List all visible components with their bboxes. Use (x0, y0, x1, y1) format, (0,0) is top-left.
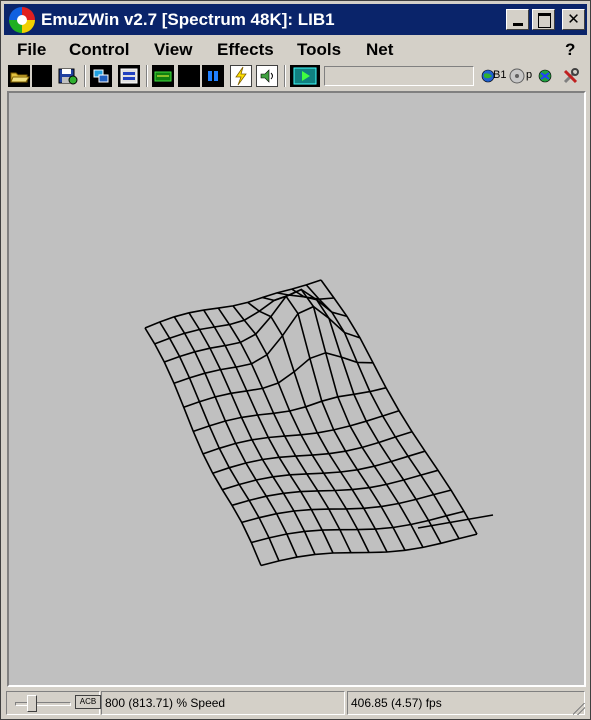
save-icon (58, 68, 78, 85)
record-icon (293, 67, 317, 85)
menu-net[interactable]: Net (366, 40, 393, 60)
minimize-icon (513, 23, 523, 26)
toolbar-separator (146, 65, 148, 87)
menu-tools[interactable]: Tools (297, 40, 341, 60)
resize-grip[interactable] (573, 703, 585, 715)
open-button[interactable] (8, 65, 30, 87)
tape-button[interactable] (118, 65, 140, 87)
wireframe-column-line (320, 279, 478, 535)
lightning-icon (235, 66, 247, 86)
wireframe-row-line (231, 469, 439, 507)
open-folder-icon (10, 72, 30, 83)
speed-slider-track[interactable] (15, 702, 71, 706)
speed-status: 800 (813.71) % Speed (101, 691, 345, 715)
close-icon: ✕ (567, 10, 580, 28)
wireframe-column-line (291, 288, 442, 544)
wireframe-surface-plot (144, 279, 494, 567)
wireframe-column-line (247, 301, 388, 553)
app-icon[interactable] (9, 7, 35, 33)
sound-button[interactable] (256, 65, 278, 87)
menu-help[interactable]: ? (565, 40, 575, 60)
wireframe-column-line (305, 284, 460, 539)
emulator-screen[interactable] (7, 91, 586, 687)
screen-button[interactable] (90, 65, 112, 87)
fps-status: 406.85 (4.57) fps (347, 691, 585, 715)
title-bar[interactable]: EmuZWin v2.7 [Spectrum 48K]: LIB1 ✕ (4, 4, 587, 35)
record-button[interactable] (290, 65, 320, 87)
disk-icon (509, 68, 525, 84)
keyboard-icon (154, 71, 172, 82)
menu-bar: File Control View Effects Tools Net ? (4, 37, 587, 61)
wireframe-row-line (183, 351, 374, 408)
tools-button[interactable] (560, 65, 582, 87)
minimize-button[interactable] (506, 9, 529, 30)
wireframe-row-line (144, 279, 322, 329)
screen-icon (93, 69, 109, 83)
sound-icon (260, 69, 273, 83)
toolbar-label-2: p (526, 69, 533, 81)
network-icon (538, 69, 552, 83)
speed-slider-panel: ACB (6, 691, 101, 715)
turbo-button[interactable] (230, 65, 252, 87)
blank-button-2[interactable] (178, 65, 200, 87)
status-bar: ACB 800 (813.71) % Speed 406.85 (4.57) f… (4, 689, 587, 717)
toolbar: B1 p (4, 63, 587, 89)
window-title: EmuZWin v2.7 [Spectrum 48K]: LIB1 (41, 10, 335, 29)
tape-icon (120, 68, 138, 84)
menu-effects[interactable]: Effects (217, 40, 274, 60)
network-button[interactable] (534, 65, 556, 87)
toolbar-separator (284, 65, 286, 87)
toolbar-label: B1 (493, 69, 507, 81)
maximize-icon (538, 13, 551, 28)
menu-file[interactable]: File (17, 40, 46, 60)
wireframe-column-line (144, 327, 262, 566)
speed-slider-thumb[interactable] (27, 695, 37, 712)
wireframe-row-line (212, 430, 413, 474)
pause-button[interactable] (202, 65, 224, 87)
menu-control[interactable]: Control (69, 40, 129, 60)
globe-button[interactable]: B1 (480, 65, 506, 87)
maximize-button[interactable] (532, 9, 555, 30)
toolbar-status-field (324, 66, 474, 86)
save-button[interactable] (56, 65, 78, 87)
acb-button[interactable]: ACB (75, 695, 101, 709)
pause-icon (208, 71, 218, 81)
toolbar-separator (84, 65, 86, 87)
disk-button[interactable]: p (508, 65, 534, 87)
close-button[interactable]: ✕ (562, 9, 585, 30)
emulator-window: EmuZWin v2.7 [Spectrum 48K]: LIB1 ✕ File… (0, 0, 591, 720)
wireframe-row-line (173, 305, 361, 385)
tools-icon (563, 68, 579, 84)
wireframe-row-line (222, 450, 426, 491)
blank-button[interactable] (32, 65, 52, 87)
wireframe-row-line (202, 409, 400, 455)
menu-view[interactable]: View (154, 40, 192, 60)
keyboard-button[interactable] (152, 65, 174, 87)
